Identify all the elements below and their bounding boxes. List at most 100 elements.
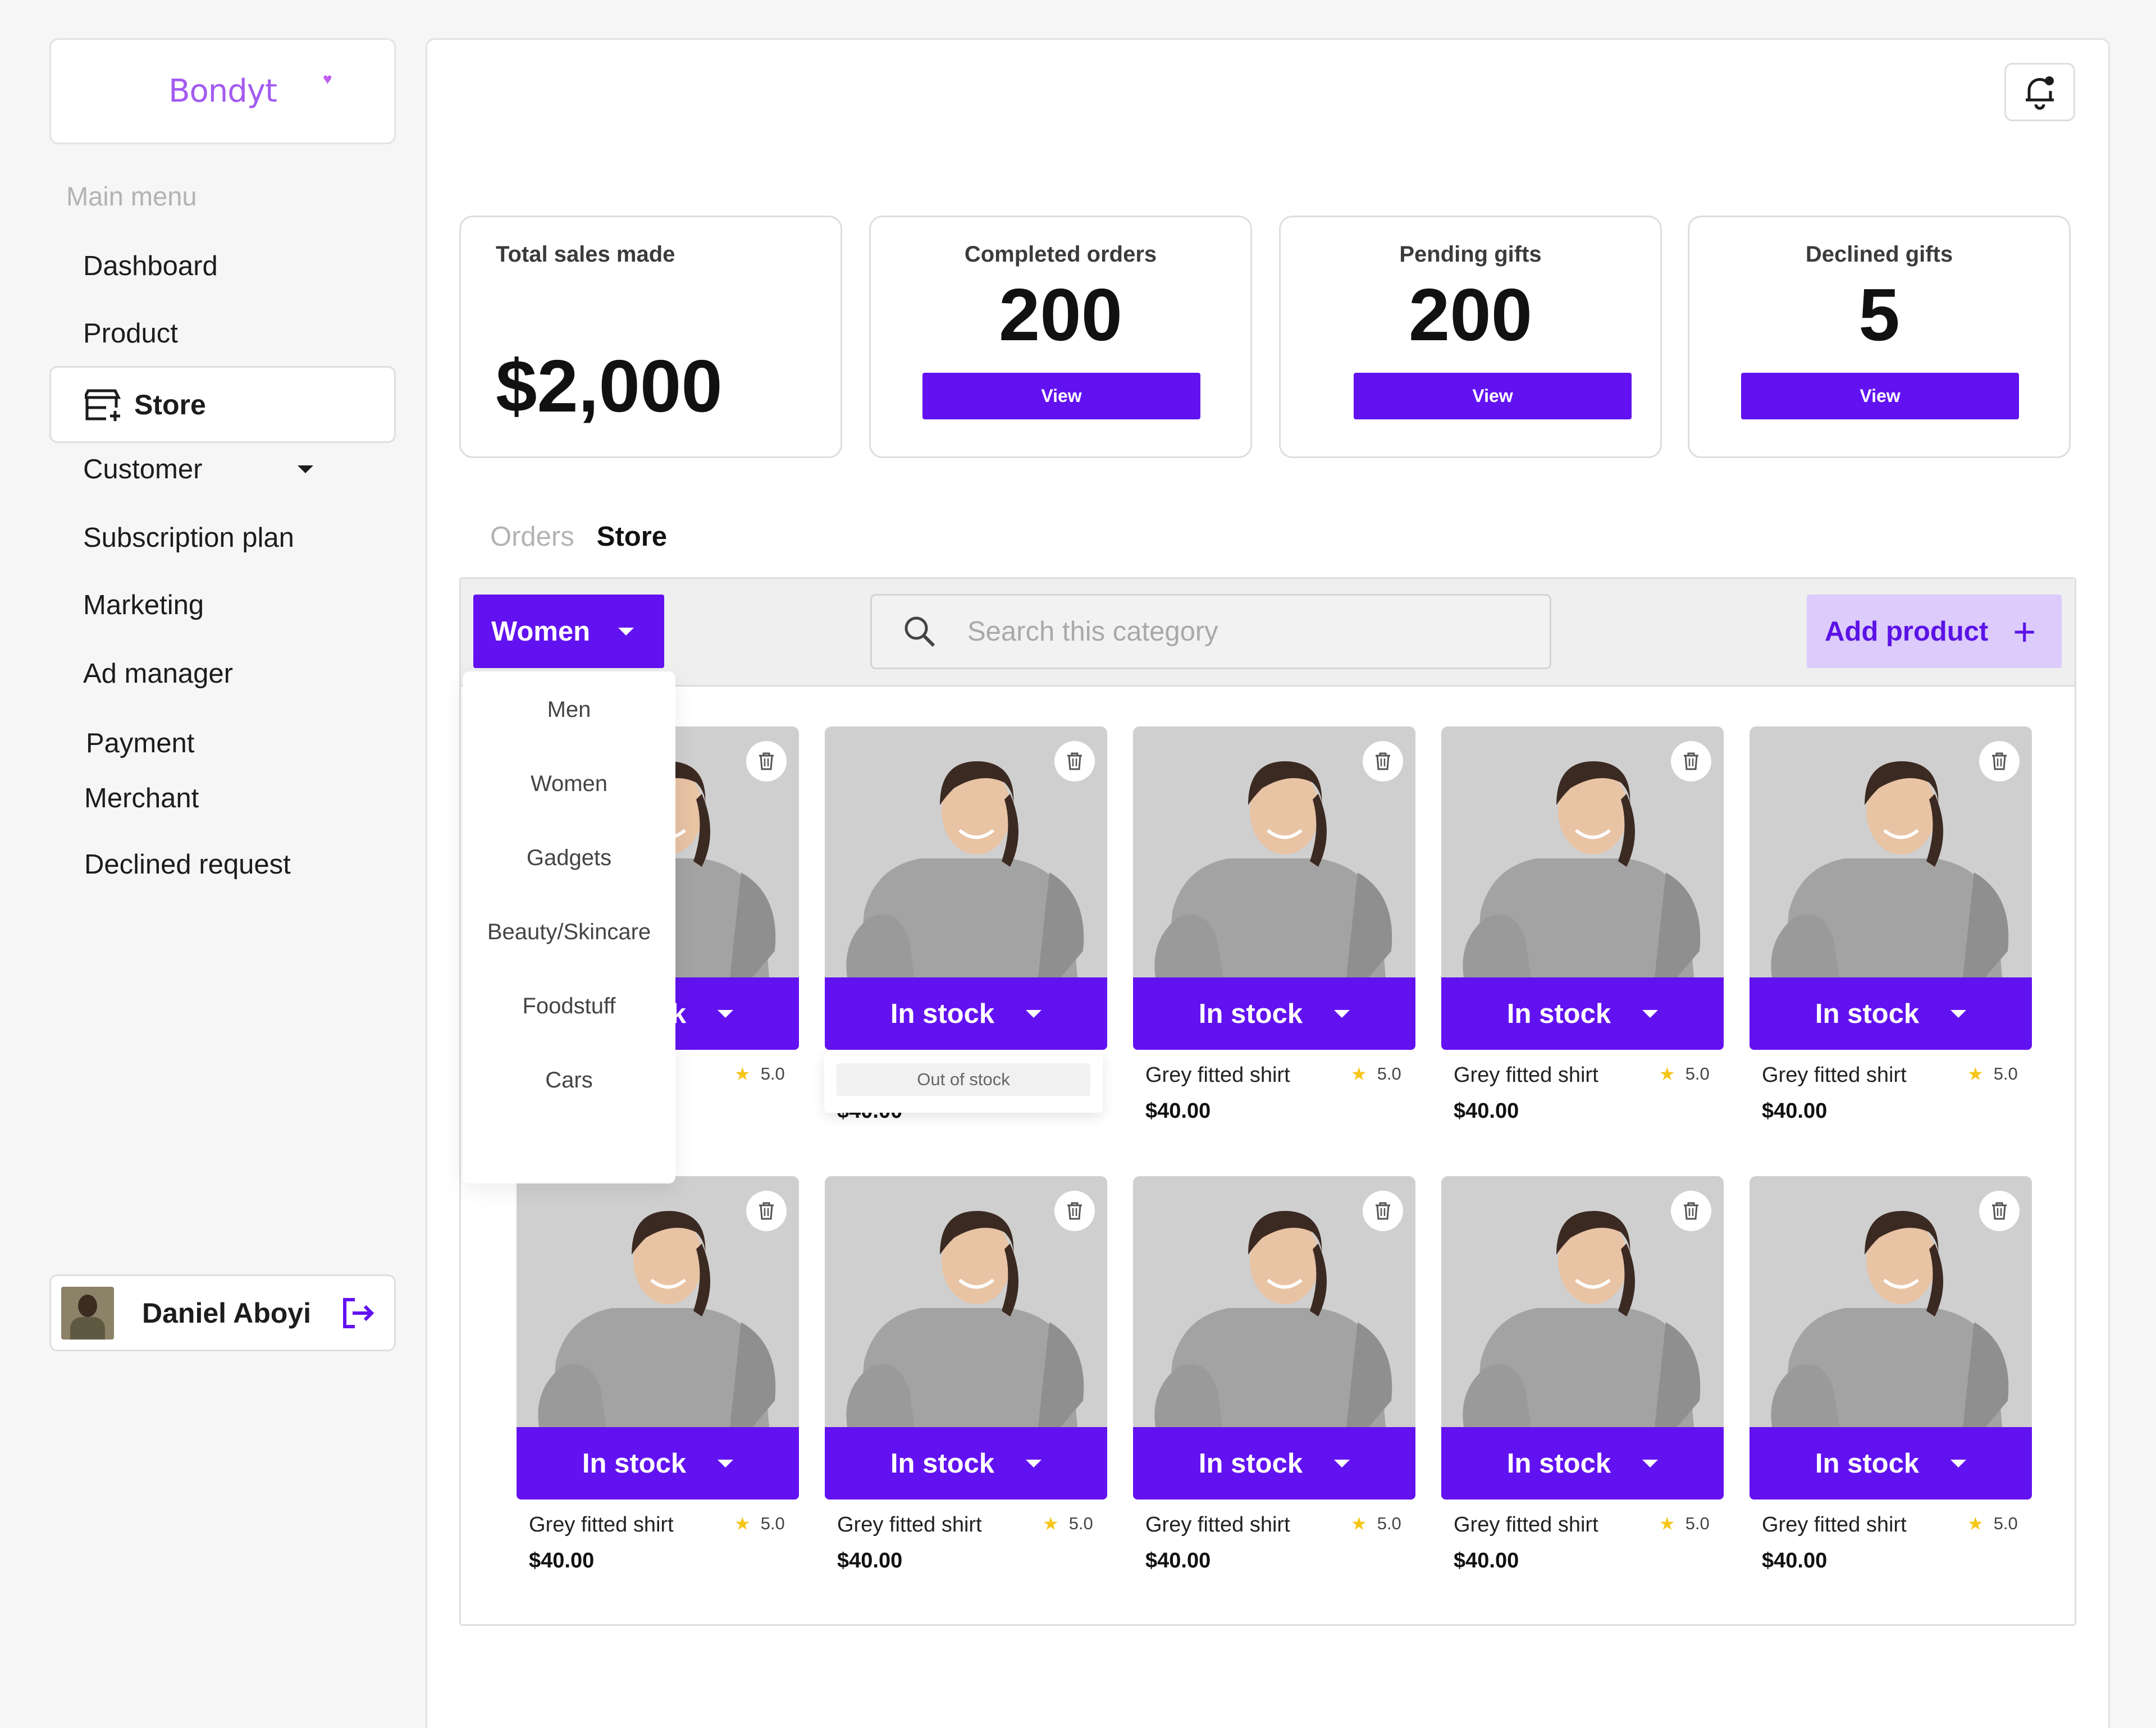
add-product-button[interactable]: Add product + xyxy=(1807,595,2062,668)
dropdown-item-foodstuff[interactable]: Foodstuff xyxy=(463,994,675,1019)
trash-icon xyxy=(1376,1202,1390,1220)
product-price: $40.00 xyxy=(529,1549,595,1572)
product-card[interactable]: In stock Grey fitted shirt ★ 5.0 $40.00 xyxy=(1133,1176,1415,1580)
product-card[interactable]: In stock Grey fitted shirt ★ 5.0 $40.00 xyxy=(825,1176,1107,1580)
product-card[interactable]: In stock Grey fitted shirt ★ 5.0 $40.00 xyxy=(1441,1176,1724,1580)
product-price: $40.00 xyxy=(1454,1549,1519,1572)
view-declined-gifts-button[interactable]: View xyxy=(1741,373,2019,419)
stock-status-label: In stock xyxy=(1815,998,1920,1029)
sidebar-item-declined-request[interactable]: Declined request xyxy=(84,849,291,880)
sidebar-item-store[interactable]: Store xyxy=(49,366,396,443)
sidebar-item-label: Subscription plan xyxy=(83,523,294,553)
brand-logo[interactable]: Bondyt ♥ xyxy=(49,38,396,144)
sidebar-item-label: Product xyxy=(83,318,178,349)
view-completed-orders-button[interactable]: View xyxy=(922,373,1200,419)
sidebar-item-label: Store xyxy=(134,388,206,420)
stat-card-pending-gifts: Pending gifts 200 View xyxy=(1279,216,1662,458)
view-pending-gifts-button[interactable]: View xyxy=(1354,373,1632,419)
rating-value: 5.0 xyxy=(1377,1064,1401,1084)
delete-button[interactable] xyxy=(1979,1191,2020,1231)
product-image-frame xyxy=(825,726,1107,977)
user-profile[interactable]: Daniel Aboyi xyxy=(49,1274,396,1351)
stock-status-select[interactable]: In stock xyxy=(1133,977,1415,1050)
chevron-down-icon xyxy=(1642,1009,1659,1018)
delete-button[interactable] xyxy=(1671,741,1711,781)
chevron-down-icon xyxy=(618,627,634,636)
stock-status-select[interactable]: In stock xyxy=(1133,1427,1415,1500)
delete-button[interactable] xyxy=(746,1191,787,1231)
trash-icon xyxy=(1067,1202,1082,1220)
delete-button[interactable] xyxy=(1671,1191,1711,1231)
stock-status-select[interactable]: In stock xyxy=(1750,1427,2032,1500)
product-image-frame xyxy=(1133,726,1415,977)
stock-status-select[interactable]: In stock xyxy=(825,977,1107,1050)
stock-status-select[interactable]: In stock xyxy=(825,1427,1107,1500)
main-menu-title: Main menu xyxy=(66,181,197,211)
sidebar-item-customer[interactable]: Customer xyxy=(83,454,313,485)
tab-orders[interactable]: Orders xyxy=(490,521,574,552)
logout-icon[interactable] xyxy=(341,1297,375,1329)
chevron-down-icon xyxy=(298,465,313,473)
sidebar-item-product[interactable]: Product xyxy=(83,318,178,349)
product-price: $40.00 xyxy=(1762,1099,1828,1123)
sidebar-item-subscription-plan[interactable]: Subscription plan xyxy=(83,522,294,554)
rating-value: 5.0 xyxy=(760,1064,785,1084)
logo-text: Bondyt xyxy=(168,73,277,109)
user-name: Daniel Aboyi xyxy=(142,1297,311,1329)
dropdown-item-gadgets[interactable]: Gadgets xyxy=(463,845,675,871)
notification-button[interactable] xyxy=(2004,63,2075,121)
product-price: $40.00 xyxy=(1454,1099,1519,1123)
star-icon: ★ xyxy=(1967,1514,1984,1534)
trash-icon xyxy=(1684,752,1698,770)
product-card[interactable]: In stock Grey fitted shirt ★ 5.0 $40.00 xyxy=(1441,726,1724,1131)
product-name: Grey fitted shirt xyxy=(1145,1063,1290,1087)
delete-button[interactable] xyxy=(746,741,787,781)
search-input[interactable]: Search this category xyxy=(870,594,1551,669)
sidebar-item-dashboard[interactable]: Dashboard xyxy=(83,250,218,282)
trash-icon xyxy=(1067,752,1082,770)
stock-status-select[interactable]: In stock xyxy=(1441,1427,1724,1500)
heart-icon: ♥ xyxy=(323,70,332,88)
product-card[interactable]: In stock Grey fitted shirt ★ 5.0 $40.00 xyxy=(517,1176,799,1580)
category-select[interactable]: Women xyxy=(473,595,664,668)
plus-icon: + xyxy=(2013,609,2036,653)
dropdown-item-women[interactable]: Women xyxy=(463,771,675,797)
delete-button[interactable] xyxy=(1363,741,1403,781)
sidebar-item-ad-manager[interactable]: Ad manager xyxy=(83,658,233,689)
dropdown-item-men[interactable]: Men xyxy=(463,697,675,723)
stat-label: Pending gifts xyxy=(1399,242,1542,267)
delete-button[interactable] xyxy=(1054,741,1095,781)
stat-card-declined-gifts: Declined gifts 5 View xyxy=(1688,216,2071,458)
product-card[interactable]: In stock Grey fitted shirt ★ 5.0 $40.00 xyxy=(1133,726,1415,1131)
stock-status-select[interactable]: In stock xyxy=(1441,977,1724,1050)
delete-button[interactable] xyxy=(1979,741,2020,781)
stock-status-select[interactable]: In stock xyxy=(517,1427,799,1500)
stock-status-select[interactable]: In stock xyxy=(1750,977,2032,1050)
tab-store[interactable]: Store xyxy=(597,521,667,552)
category-selected: Women xyxy=(491,616,591,647)
chevron-down-icon xyxy=(1334,1009,1350,1018)
delete-button[interactable] xyxy=(1054,1191,1095,1231)
product-card[interactable]: In stock Grey fitted shirt ★ 5.0 $40.00 xyxy=(1750,1176,2032,1580)
stat-label: Declined gifts xyxy=(1805,242,1953,267)
product-card[interactable]: In stock Grey fitted shirt ★ 5.0 $40.00 xyxy=(1750,726,2032,1131)
delete-button[interactable] xyxy=(1363,1191,1403,1231)
product-name: Grey fitted shirt xyxy=(529,1513,674,1537)
avatar xyxy=(61,1286,114,1340)
sidebar-item-payment[interactable]: Payment xyxy=(86,728,194,759)
product-price: $40.00 xyxy=(1145,1549,1211,1572)
sidebar-item-marketing[interactable]: Marketing xyxy=(83,589,204,621)
stock-status-label: In stock xyxy=(1198,998,1303,1029)
stock-option-out-of-stock[interactable]: Out of stock xyxy=(837,1063,1090,1096)
stock-status-label: In stock xyxy=(890,1448,995,1479)
dropdown-item-cars[interactable]: Cars xyxy=(463,1068,675,1093)
sidebar-item-merchant[interactable]: Merchant xyxy=(84,783,199,814)
stat-card-total-sales: Total sales made $2,000 xyxy=(459,216,842,458)
star-icon: ★ xyxy=(1967,1064,1984,1084)
rating-value: 5.0 xyxy=(1685,1064,1710,1084)
sidebar-item-label: Customer xyxy=(83,454,203,484)
dropdown-item-beauty-skincare[interactable]: Beauty/Skincare xyxy=(463,920,675,945)
product-name: Grey fitted shirt xyxy=(1145,1513,1290,1537)
product-name: Grey fitted shirt xyxy=(1454,1063,1598,1087)
product-rating: ★ 5.0 xyxy=(1351,1513,1401,1534)
